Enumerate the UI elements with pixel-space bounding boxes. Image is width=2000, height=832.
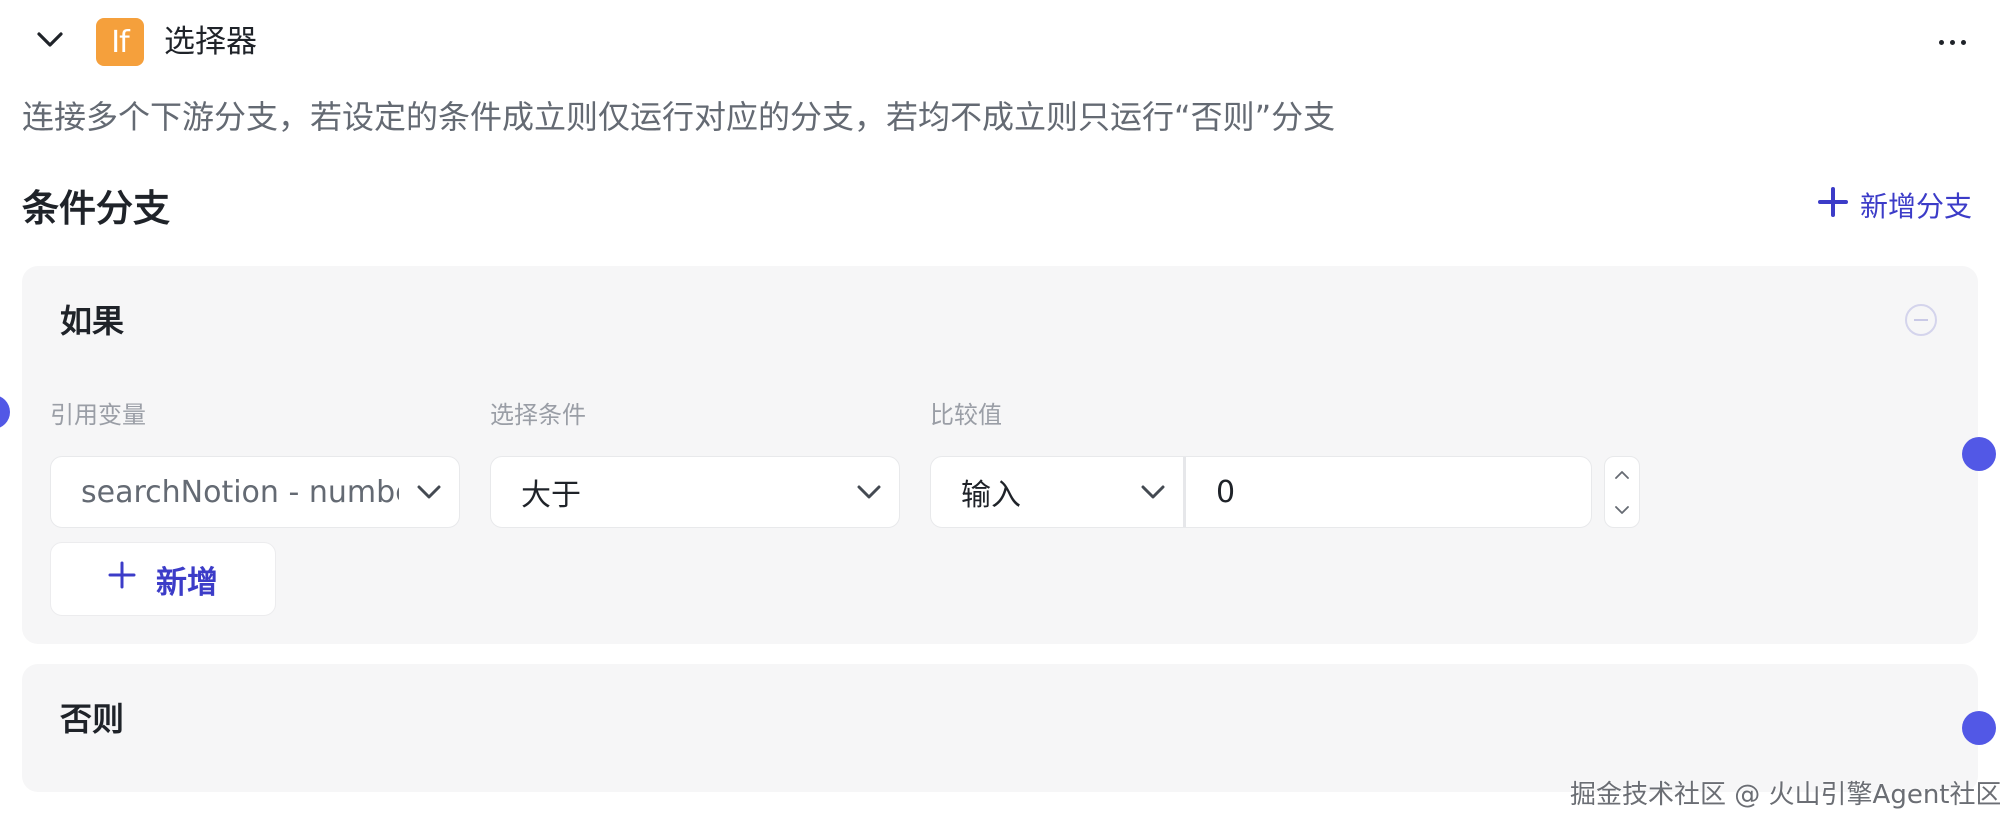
more-icon-dot	[1949, 39, 1955, 45]
add-condition-label: 新增	[156, 564, 218, 601]
minus-circle-icon	[1914, 319, 1928, 321]
chevron-down-icon	[839, 485, 899, 499]
if-node-icon: If	[96, 18, 144, 66]
chevron-down-icon	[37, 32, 63, 52]
else-branch-label: 否则	[60, 700, 125, 738]
section-title: 条件分支	[22, 187, 170, 230]
else-output-port[interactable]	[1962, 711, 1996, 745]
more-icon-dot	[1960, 39, 1966, 45]
if-output-port[interactable]	[1962, 437, 1996, 471]
condition-select[interactable]: 大于	[490, 456, 900, 528]
chevron-down-icon	[1123, 485, 1183, 499]
variable-select-value: searchNotion - number	[81, 474, 399, 510]
more-options-button[interactable]	[1926, 22, 1978, 62]
compare-value-input[interactable]	[1186, 457, 1591, 527]
watermark: 掘金技术社区 @ 火山引擎Agent社区	[1570, 780, 2000, 810]
remove-branch-button[interactable]	[1905, 304, 1937, 336]
compare-type-value: 输入	[961, 478, 1021, 513]
variable-field-label: 引用变量	[50, 401, 146, 429]
node-description: 连接多个下游分支，若设定的条件成立则仅运行对应的分支，若均不成立则只运行“否则”…	[22, 98, 1336, 136]
condition-select-value: 大于	[521, 478, 581, 513]
if-branch-card	[22, 266, 1978, 644]
variable-select[interactable]: searchNotion - number	[50, 456, 460, 528]
more-icon-dot	[1938, 39, 1944, 45]
compare-type-select[interactable]: 输入	[931, 457, 1186, 527]
compare-value-group: 输入	[930, 456, 1592, 528]
number-stepper	[1604, 456, 1640, 528]
add-branch-label: 新增分支	[1860, 190, 1973, 223]
input-port[interactable]	[0, 395, 10, 429]
condition-field-label: 选择条件	[490, 401, 586, 429]
chevron-down-icon	[399, 485, 459, 499]
chevron-up-icon[interactable]	[1615, 470, 1629, 479]
compare-field-label: 比较值	[930, 401, 1002, 429]
add-condition-button[interactable]: 新增	[50, 542, 276, 616]
chevron-down-icon[interactable]	[1615, 505, 1629, 514]
else-branch-card	[22, 664, 1978, 792]
node-title: 选择器	[164, 24, 257, 60]
if-branch-label: 如果	[60, 302, 125, 340]
plus-icon	[108, 561, 136, 597]
plus-icon	[1818, 186, 1848, 224]
collapse-button[interactable]	[22, 18, 78, 66]
add-branch-button[interactable]: 新增分支	[1818, 182, 1972, 228]
